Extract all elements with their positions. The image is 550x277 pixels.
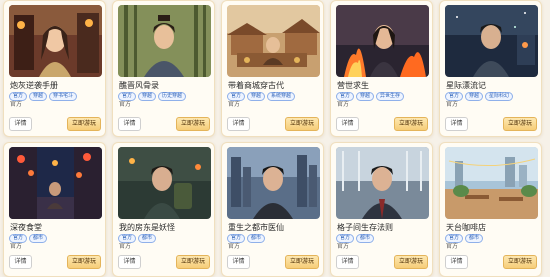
play-now-button[interactable]: 立即游玩 — [67, 255, 101, 269]
portrait-young-woman-icon[interactable] — [9, 5, 102, 77]
tag-badge: 官方 — [118, 92, 137, 101]
story-title: 天台咖啡店 — [446, 223, 486, 232]
tag-badge: 官方 — [9, 234, 28, 243]
story-card[interactable]: 我的房东是妖怪 官方 都市 官方 详情 立即游玩 — [112, 142, 215, 277]
story-title: 炮灰逆袭手册 — [10, 81, 58, 90]
story-card[interactable]: 深夜食堂 官方 都市 官方 详情 立即游玩 — [3, 142, 106, 277]
play-now-button[interactable]: 立即游玩 — [394, 255, 428, 269]
source-label: 官方 — [446, 101, 459, 108]
source-label: 官方 — [10, 101, 23, 108]
story-title: 营世求生 — [337, 81, 369, 90]
tag-badge: 星际科幻 — [485, 92, 514, 101]
story-title: 带着商城穿古代 — [228, 81, 284, 90]
tag-badge: 穿书宅斗 — [49, 92, 78, 101]
tag-list: 官方 都市 — [336, 234, 432, 243]
night-street-lanterns-icon[interactable] — [9, 147, 102, 219]
tag-badge: 官方 — [227, 92, 246, 101]
tag-badge: 官方 — [118, 234, 137, 243]
story-title: 醮晋风骨录 — [119, 81, 159, 90]
tag-badge: 穿越 — [465, 92, 484, 101]
source-label: 官方 — [228, 101, 241, 108]
tag-badge: 官方 — [9, 92, 28, 101]
story-title: 深夜食堂 — [10, 223, 42, 232]
story-title: 重生之都市医仙 — [228, 223, 284, 232]
tag-badge: 都市 — [356, 234, 375, 243]
tag-list: 官方 穿越 星际科幻 — [445, 92, 541, 101]
tag-badge: 官方 — [336, 92, 355, 101]
tag-list: 官方 都市 — [9, 234, 105, 243]
ancient-market-icon[interactable] — [227, 5, 320, 77]
play-now-button[interactable]: 立即游玩 — [285, 255, 319, 269]
tag-badge: 异世生存 — [376, 92, 405, 101]
play-now-button[interactable]: 立即游玩 — [176, 117, 210, 131]
play-now-button[interactable]: 立即游玩 — [285, 117, 319, 131]
portrait-space-pilot-icon[interactable] — [445, 5, 538, 77]
tag-badge: 穿越 — [247, 92, 266, 101]
tag-badge: 都市 — [247, 234, 266, 243]
tag-list: 官方 穿越 历史穿越 — [118, 92, 214, 101]
detail-button[interactable]: 详情 — [227, 255, 250, 269]
tag-badge: 穿越 — [29, 92, 48, 101]
play-now-button[interactable]: 立即游玩 — [503, 117, 537, 131]
detail-button[interactable]: 详情 — [9, 255, 32, 269]
story-card[interactable]: 带着商城穿古代 官方 穿越 系统穿越 官方 详情 立即游玩 — [221, 0, 324, 137]
tag-list: 官方 穿越 穿书宅斗 — [9, 92, 105, 101]
detail-button[interactable]: 详情 — [9, 117, 32, 131]
tag-badge: 都市 — [29, 234, 48, 243]
detail-button[interactable]: 详情 — [227, 117, 250, 131]
tag-badge: 官方 — [336, 234, 355, 243]
tag-badge: 官方 — [227, 234, 246, 243]
tag-badge: 官方 — [445, 92, 464, 101]
tag-badge: 历史穿越 — [158, 92, 187, 101]
portrait-office-man-icon[interactable] — [336, 147, 429, 219]
story-card[interactable]: 醮晋风骨录 官方 穿越 历史穿越 官方 详情 立即游玩 — [112, 0, 215, 137]
story-card[interactable]: 格子间生存法则 官方 都市 官方 详情 立即游玩 — [330, 142, 433, 277]
story-card[interactable]: 炮灰逆袭手册 官方 穿越 穿书宅斗 官方 详情 立即游玩 — [3, 0, 106, 137]
source-label: 官方 — [228, 243, 241, 250]
play-now-button[interactable]: 立即游玩 — [176, 255, 210, 269]
portrait-survivor-fire-icon[interactable] — [336, 5, 429, 77]
story-card[interactable]: 重生之都市医仙 官方 都市 官方 详情 立即游玩 — [221, 142, 324, 277]
story-card[interactable]: 星际漂流记 官方 穿越 星际科幻 官方 详情 立即游玩 — [439, 0, 542, 137]
source-label: 官方 — [446, 243, 459, 250]
tag-list: 官方 都市 — [445, 234, 541, 243]
detail-button[interactable]: 详情 — [118, 117, 141, 131]
story-card-grid: 炮灰逆袭手册 官方 穿越 穿书宅斗 官方 详情 立即游玩 醮晋风骨录 官方 穿越… — [3, 0, 547, 277]
source-label: 官方 — [337, 243, 350, 250]
play-now-button[interactable]: 立即游玩 — [394, 117, 428, 131]
source-label: 官方 — [119, 243, 132, 250]
story-title: 星际漂流记 — [446, 81, 486, 90]
source-label: 官方 — [337, 101, 350, 108]
detail-button[interactable]: 详情 — [445, 117, 468, 131]
rooftop-cafe-icon[interactable] — [445, 147, 538, 219]
tag-badge: 都市 — [138, 234, 157, 243]
portrait-backpack-man-icon[interactable] — [118, 147, 211, 219]
tag-badge: 官方 — [445, 234, 464, 243]
story-title: 格子间生存法则 — [337, 223, 393, 232]
play-now-button[interactable]: 立即游玩 — [67, 117, 101, 131]
detail-button[interactable]: 详情 — [118, 255, 141, 269]
tag-list: 官方 穿越 系统穿越 — [227, 92, 323, 101]
tag-badge: 系统穿越 — [267, 92, 296, 101]
tag-list: 官方 穿越 异世生存 — [336, 92, 432, 101]
portrait-city-doctor-icon[interactable] — [227, 147, 320, 219]
tag-badge: 都市 — [465, 234, 484, 243]
detail-button[interactable]: 详情 — [336, 117, 359, 131]
tag-list: 官方 都市 — [118, 234, 214, 243]
portrait-scholar-man-icon[interactable] — [118, 5, 211, 77]
story-card[interactable]: 营世求生 官方 穿越 异世生存 官方 详情 立即游玩 — [330, 0, 433, 137]
source-label: 官方 — [119, 101, 132, 108]
detail-button[interactable]: 详情 — [336, 255, 359, 269]
story-card[interactable]: 天台咖啡店 官方 都市 官方 详情 立即游玩 — [439, 142, 542, 277]
source-label: 官方 — [10, 243, 23, 250]
play-now-button[interactable]: 立即游玩 — [503, 255, 537, 269]
story-title: 我的房东是妖怪 — [119, 223, 175, 232]
tag-list: 官方 都市 — [227, 234, 323, 243]
tag-badge: 穿越 — [138, 92, 157, 101]
tag-badge: 穿越 — [356, 92, 375, 101]
detail-button[interactable]: 详情 — [445, 255, 468, 269]
